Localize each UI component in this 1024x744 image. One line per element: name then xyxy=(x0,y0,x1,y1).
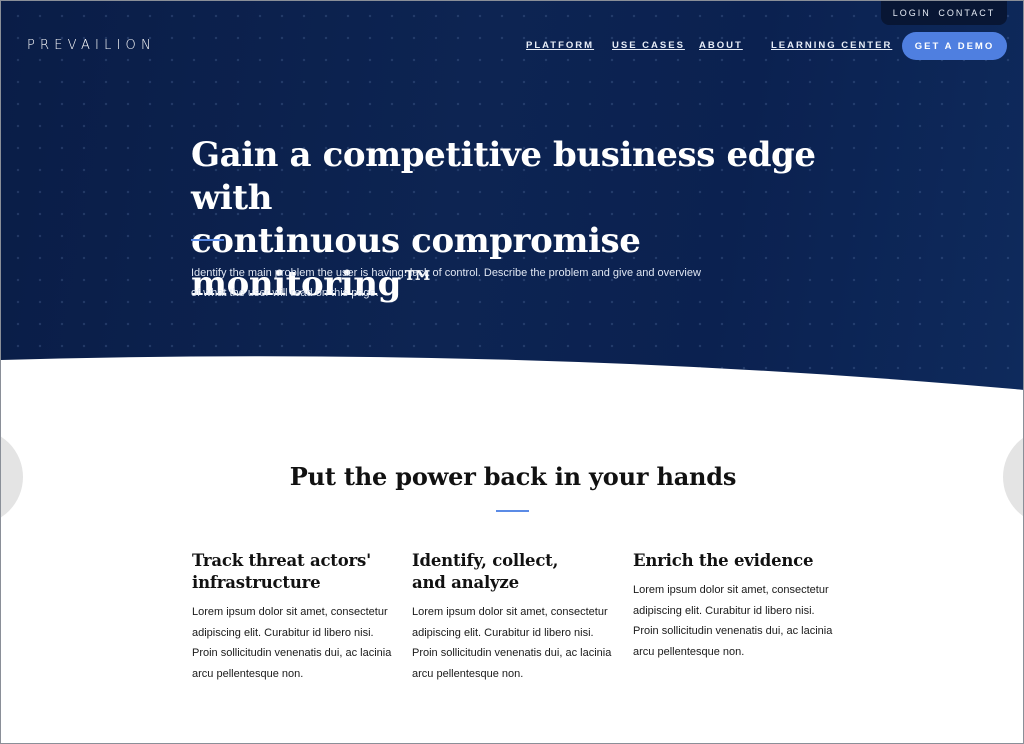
feature-body: Lorem ipsum dolor sit amet, consectetur … xyxy=(192,606,392,680)
feature-title-line-1: Track threat actors' xyxy=(192,551,371,570)
feature-card-track: Track threat actors' infrastructure Lore… xyxy=(192,550,402,684)
hero-description: Identify the main problem the user is ha… xyxy=(191,267,701,299)
feature-body: Lorem ipsum dolor sit amet, consectetur … xyxy=(633,584,833,658)
feature-body: Lorem ipsum dolor sit amet, consectetur … xyxy=(412,606,612,680)
nav-item-about[interactable]: ABOUT xyxy=(699,40,743,51)
feature-title-line-2: infrastructure xyxy=(192,573,321,592)
section-accent-rule xyxy=(496,510,529,512)
feature-title: Enrich the evidence xyxy=(633,550,843,572)
feature-title-line-1: Enrich the evidence xyxy=(633,551,814,570)
login-link[interactable]: LOGIN xyxy=(893,8,931,18)
nav-item-platform[interactable]: PLATFORM xyxy=(526,40,594,51)
feature-title-line-2: and analyze xyxy=(412,573,519,592)
get-a-demo-button[interactable]: GET A DEMO xyxy=(902,32,1007,60)
feature-card-identify: Identify, collect, and analyze Lorem ips… xyxy=(412,550,622,684)
hero-section: LOGIN CONTACT PREVAILION PLATFORM USE CA… xyxy=(1,1,1023,401)
contact-link[interactable]: CONTACT xyxy=(938,8,995,18)
feature-title-line-1: Identify, collect, xyxy=(412,551,559,570)
page-frame: LOGIN CONTACT PREVAILION PLATFORM USE CA… xyxy=(0,0,1024,744)
brand-logo[interactable]: PREVAILION xyxy=(27,38,156,53)
hero-accent-rule xyxy=(191,239,224,241)
feature-title: Identify, collect, and analyze xyxy=(412,550,622,594)
nav-item-use-cases[interactable]: USE CASES xyxy=(612,40,685,51)
hero-title-line-1: Gain a competitive business edge with xyxy=(191,135,816,218)
nav-item-learning-center[interactable]: LEARNING CENTER xyxy=(771,40,892,51)
hero-bottom-curve xyxy=(1,356,1023,401)
section-title: Put the power back in your hands xyxy=(289,462,737,491)
utility-bar: LOGIN CONTACT xyxy=(881,1,1007,25)
feature-title: Track threat actors' infrastructure xyxy=(192,550,402,594)
feature-card-enrich: Enrich the evidence Lorem ipsum dolor si… xyxy=(633,550,843,662)
